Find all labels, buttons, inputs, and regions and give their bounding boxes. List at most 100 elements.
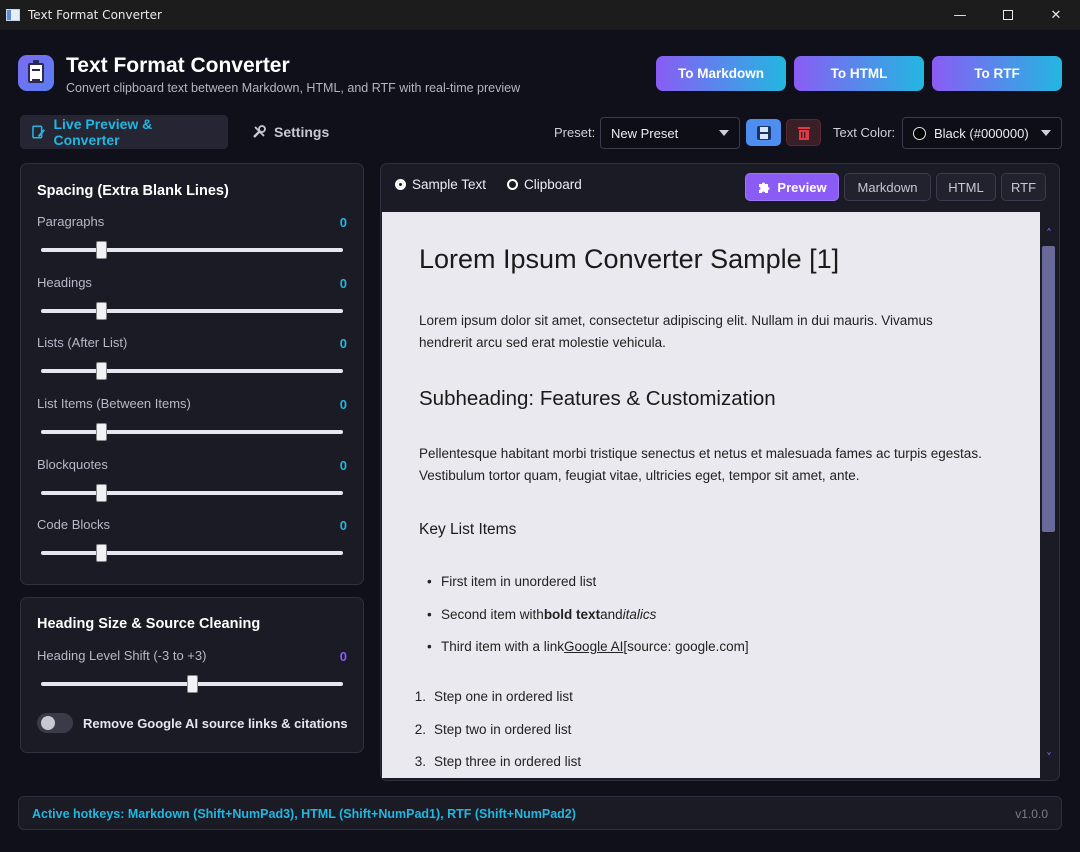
bullet-icon: • [427, 574, 432, 589]
spacing-panel: Spacing (Extra Blank Lines) Paragraphs 0… [20, 163, 364, 585]
list-item-text: [source: google.com] [623, 639, 749, 654]
slider-track-lists[interactable] [41, 362, 343, 380]
slider-track-blockquotes[interactable] [41, 484, 343, 502]
text-color-value: Black (#000000) [934, 125, 1029, 141]
maximize-button[interactable] [984, 0, 1032, 30]
preview-paragraph-1-line-1: Lorem ipsum dolor sit amet, consectetur … [419, 313, 933, 328]
format-preview-label: Preview [777, 179, 827, 195]
slider-thumb[interactable] [96, 544, 108, 562]
slider-label-headings: Headings [37, 275, 92, 290]
slider-track-code-blocks[interactable] [41, 544, 343, 562]
radio-clipboard[interactable]: Clipboard [507, 177, 582, 192]
minimize-button[interactable]: — [936, 0, 984, 30]
slider-label-paragraphs: Paragraphs [37, 214, 105, 229]
slider-thumb[interactable] [187, 675, 198, 693]
to-html-button[interactable]: To HTML [794, 56, 924, 91]
preset-value: New Preset [611, 125, 679, 141]
slider-thumb[interactable] [96, 423, 108, 441]
slider-label-blockquotes: Blockquotes [37, 457, 108, 472]
format-rtf-button[interactable]: RTF [1001, 173, 1046, 201]
slider-thumb[interactable] [96, 241, 108, 259]
chevron-down-icon [719, 130, 729, 136]
format-html-button[interactable]: HTML [936, 173, 996, 201]
ordered-list-item: 2. Step two in ordered list [412, 722, 572, 737]
list-item-text: Step three in ordered list [434, 754, 582, 769]
spacing-title: Spacing (Extra Blank Lines) [37, 183, 229, 199]
list-number: 1. [414, 689, 426, 704]
slider-thumb[interactable] [96, 302, 108, 320]
heading-shift-slider[interactable] [41, 675, 343, 693]
tools-icon [253, 125, 266, 138]
preview-paragraph-1: Lorem ipsum dolor sit amet, consectetur … [419, 310, 1019, 354]
preview-paragraph-2-line-1: Pellentesque habitant morbi tristique se… [419, 446, 982, 461]
slider-track-paragraphs[interactable] [41, 241, 343, 259]
heading-shift-value: 0 [339, 649, 347, 664]
slider-track-headings[interactable] [41, 302, 343, 320]
radio-sample-text[interactable]: Sample Text [395, 177, 486, 192]
close-icon: ✕ [1050, 7, 1062, 23]
to-markdown-button[interactable]: To Markdown [656, 56, 786, 91]
app-subtitle: Convert clipboard text between Markdown,… [66, 81, 521, 95]
preview-heading-3: Key List Items [419, 521, 517, 538]
window-title: Text Format Converter [28, 8, 162, 22]
app-title: Text Format Converter [66, 54, 290, 77]
bold-text: bold text [543, 607, 601, 622]
save-icon [756, 125, 771, 140]
color-swatch-icon [913, 126, 926, 140]
preset-label: Preset: [554, 125, 596, 140]
scrollbar-thumb[interactable] [1042, 246, 1055, 532]
list-item-text: Step one in ordered list [434, 689, 573, 704]
slider-value-headings: 0 [339, 276, 347, 291]
preset-select[interactable]: New Preset [600, 117, 740, 149]
title-bar: Text Format Converter — ✕ [0, 0, 1080, 30]
version-text: v1.0.0 [1015, 807, 1048, 821]
list-number: 2. [414, 722, 426, 737]
delete-preset-button[interactable] [786, 119, 821, 146]
to-rtf-button[interactable]: To RTF [932, 56, 1062, 91]
minimize-icon: — [953, 7, 967, 23]
slider-track-list-items[interactable] [41, 423, 343, 441]
format-markdown-button[interactable]: Markdown [844, 173, 931, 201]
radio-unselected-icon [507, 179, 518, 190]
slider-value-lists: 0 [339, 336, 347, 351]
preview-heading-2: Subheading: Features & Customization [419, 387, 776, 410]
heading-panel-title: Heading Size & Source Cleaning [37, 616, 261, 632]
status-bar: Active hotkeys: Markdown (Shift+NumPad3)… [18, 796, 1062, 830]
save-preset-button[interactable] [746, 119, 781, 146]
heading-panel: Heading Size & Source Cleaning Heading L… [20, 597, 364, 753]
slider-label-code-blocks: Code Blocks [37, 517, 110, 532]
scroll-down-icon[interactable]: ˅ [1043, 752, 1055, 764]
slider-value-paragraphs: 0 [339, 215, 347, 230]
scroll-up-icon[interactable]: ˄ [1043, 228, 1055, 240]
slider-thumb[interactable] [96, 484, 108, 502]
list-number: 3. [414, 754, 426, 769]
text-color-select[interactable]: Black (#000000) [902, 117, 1062, 149]
close-button[interactable]: ✕ [1032, 0, 1080, 30]
google-ai-link[interactable]: Google AI [564, 639, 623, 654]
preview-scrollbar[interactable]: ˄ ˅ [1040, 212, 1058, 778]
format-preview-button[interactable]: Preview [745, 173, 839, 201]
list-item-text: Step two in ordered list [434, 722, 572, 737]
tab-live-preview[interactable]: Live Preview & Converter [20, 115, 228, 149]
bullet-icon: • [427, 607, 432, 622]
remove-citations-label: Remove Google AI source links & citation… [83, 716, 348, 731]
app-window-icon [6, 9, 20, 21]
radio-selected-icon [395, 179, 406, 190]
list-item: • Third item with a linkGoogle AI[source:… [427, 639, 749, 654]
clipboard-icon [18, 55, 54, 91]
preview-heading-1: Lorem Ipsum Converter Sample [1] [419, 244, 840, 274]
document-edit-icon [32, 125, 45, 139]
list-item-text: and [600, 607, 623, 622]
preview-paragraph-1-line-2: hendrerit arcu sed erat molestie vehicul… [419, 335, 666, 350]
slider-label-lists: Lists (After List) [37, 335, 128, 350]
list-item-text: First item in unordered list [441, 574, 597, 589]
puzzle-icon [759, 182, 770, 193]
tab-settings-label: Settings [274, 124, 330, 140]
slider-thumb[interactable] [96, 362, 108, 380]
remove-citations-toggle[interactable] [37, 713, 73, 733]
tab-settings[interactable]: Settings [238, 115, 348, 149]
preview-paragraph-2-line-2: Vestibulum tortor quam, feugiat vitae, u… [419, 468, 860, 483]
ordered-list-item: 3. Step three in ordered list [412, 754, 581, 769]
list-item: • Second item withbold textanditalics [427, 607, 656, 622]
slider-value-list-items: 0 [339, 397, 347, 412]
